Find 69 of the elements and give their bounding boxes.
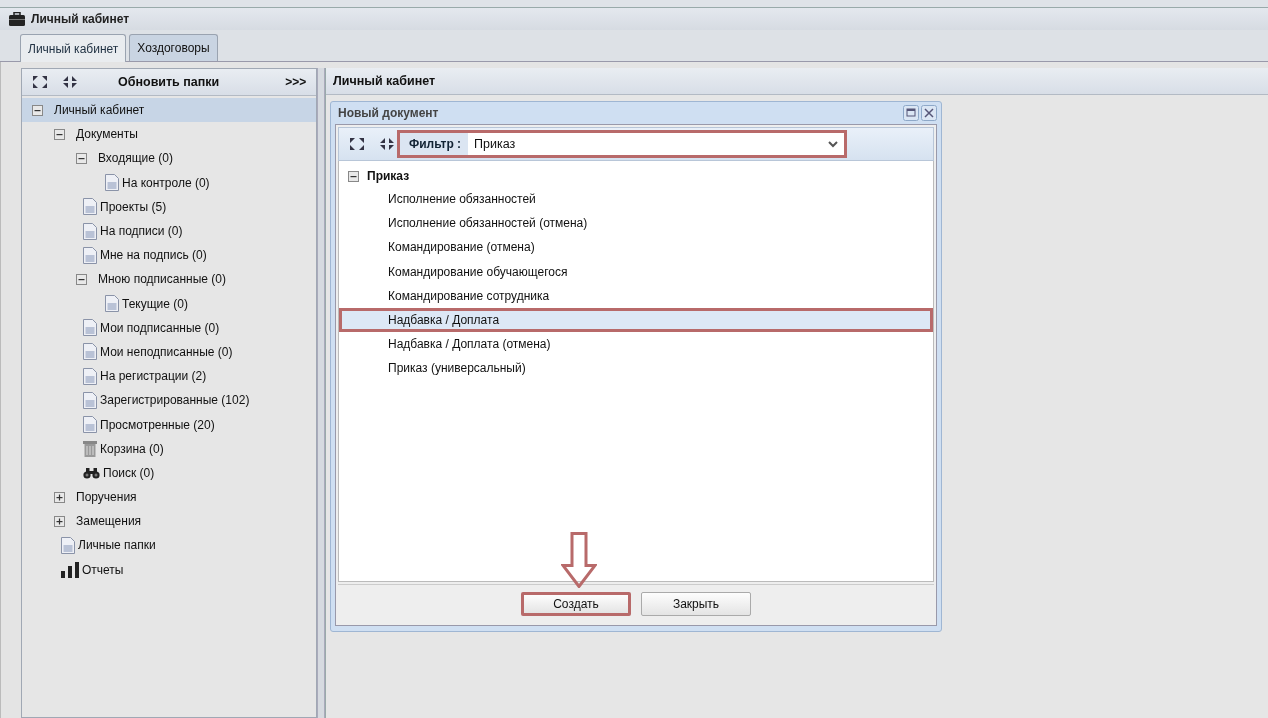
create-button[interactable]: Создать (521, 592, 631, 616)
trash-icon (83, 440, 97, 458)
tree-item[interactable]: Мне на подпись (0) (22, 243, 316, 268)
list-item[interactable]: Надбавка / Доплата (отмена) (339, 332, 933, 357)
close-button[interactable]: Закрыть (641, 592, 751, 616)
tab[interactable]: Личный кабинет (20, 34, 127, 62)
panel-title: Личный кабинет (333, 74, 436, 88)
tree-item[interactable]: Замещения (22, 509, 316, 534)
document-icon (83, 367, 97, 385)
tree-item[interactable]: Просмотренные (20) (22, 412, 316, 437)
tree-item[interactable]: На контроле (0) (22, 170, 316, 195)
list-item[interactable]: Исполнение обязанностей (отмена) (339, 211, 933, 236)
document-icon (83, 198, 97, 216)
list-item[interactable]: Командирование (отмена) (339, 235, 933, 260)
tree-item[interactable]: Зарегистрированные (102) (22, 388, 316, 413)
bar-chart-icon (61, 561, 79, 578)
document-icon (83, 343, 97, 361)
expand-icon[interactable] (54, 515, 65, 527)
list-item[interactable]: Приказ (универсальный) (339, 356, 933, 381)
caret-icon (828, 140, 838, 148)
tree-item[interactable]: Текущие (0) (22, 291, 316, 316)
collapse-icon[interactable] (76, 152, 87, 164)
collapse-all-icon[interactable] (379, 137, 395, 151)
document-icon (105, 174, 119, 192)
tree-item[interactable]: Входящие (0) (22, 146, 316, 171)
document-icon (105, 295, 119, 313)
tree-item[interactable]: Корзина (0) (22, 436, 316, 461)
binoculars-icon (83, 466, 100, 479)
tree-item[interactable]: На подписи (0) (22, 218, 316, 244)
tree-item[interactable]: Личный кабинет (22, 98, 316, 123)
tree-item[interactable]: Мои подписанные (0) (22, 315, 316, 340)
refresh-folders-button[interactable]: Обновить папки (118, 75, 220, 89)
document-icon (83, 246, 97, 264)
tree-item[interactable]: Поиск (0) (22, 460, 316, 485)
list-item[interactable]: Исполнение обязанностей (339, 187, 933, 212)
expand-icon[interactable] (54, 491, 65, 503)
tree-group[interactable]: Приказ (339, 165, 933, 187)
tree-item[interactable]: Поручения (22, 485, 316, 510)
tree-item[interactable]: Проекты (5) (22, 194, 316, 219)
tab[interactable]: Хоздоговоры (129, 34, 218, 61)
document-icon (83, 319, 97, 337)
maximize-icon[interactable] (903, 105, 919, 121)
document-icon (83, 222, 97, 240)
briefcase-icon (9, 12, 25, 26)
tree-item[interactable]: Документы (22, 122, 316, 147)
collapse-icon[interactable] (348, 170, 359, 182)
window-title: Личный кабинет (31, 12, 130, 26)
expand-all-icon[interactable] (32, 75, 48, 89)
document-icon (61, 536, 75, 554)
splitter-handle[interactable] (317, 68, 325, 718)
collapse-icon[interactable] (32, 104, 43, 116)
tree-item[interactable]: Отчеты (22, 557, 316, 582)
close-icon[interactable] (921, 105, 937, 121)
document-icon (83, 416, 97, 434)
list-item[interactable]: Командирование обучающегося (339, 259, 933, 284)
list-item[interactable]: Надбавка / Доплата (339, 307, 933, 333)
list-item[interactable]: Командирование сотрудника (339, 283, 933, 308)
tree-item[interactable]: Мною подписанные (0) (22, 267, 316, 292)
expand-all-icon[interactable] (349, 137, 365, 151)
collapse-icon[interactable] (76, 273, 87, 285)
collapse-icon[interactable] (54, 128, 65, 140)
tree-item[interactable]: Мои неподписанные (0) (22, 339, 316, 365)
tree-item[interactable]: На регистрации (2) (22, 364, 316, 389)
dialog-title: Новый документ (338, 106, 440, 120)
more-button[interactable]: >>> (285, 75, 307, 89)
filter-dropdown[interactable]: Фильтр : Приказ (397, 130, 847, 158)
tree-item[interactable]: Личные папки (22, 533, 316, 558)
collapse-all-icon[interactable] (62, 75, 78, 89)
document-icon (83, 391, 97, 409)
